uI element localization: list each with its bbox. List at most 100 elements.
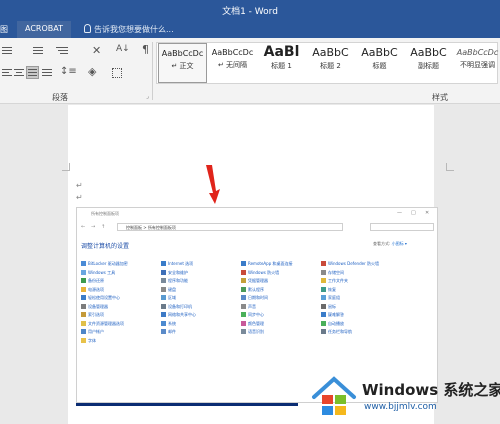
- view-by-label: 查看方式:: [373, 241, 391, 246]
- cp-item[interactable]: 系统: [161, 320, 241, 330]
- window-title: 文档1 - Word: [222, 7, 278, 17]
- style-no-spacing[interactable]: AaBbCcDc ↵ 无间隔: [208, 43, 257, 83]
- align-left-icon[interactable]: [2, 68, 12, 78]
- distributed-icon[interactable]: [42, 68, 52, 78]
- back-icon[interactable]: ←: [81, 224, 85, 230]
- show-marks-icon[interactable]: ¶: [142, 43, 149, 56]
- cp-item[interactable]: 鼠标: [321, 303, 401, 313]
- cp-item[interactable]: 备份还原: [81, 278, 161, 287]
- address-bar[interactable]: 控制面板 > 所有控制面板项: [117, 223, 343, 231]
- close-icon[interactable]: ✕: [425, 210, 429, 216]
- line-spacing-icon[interactable]: ↕≡: [60, 66, 77, 77]
- style-heading-1[interactable]: AaBl 标题 1: [257, 43, 306, 83]
- cp-item[interactable]: BitLocker 驱动器加密: [81, 261, 161, 270]
- cp-item[interactable]: 默认程序: [241, 286, 321, 296]
- style-sample: AaBbC: [410, 46, 447, 59]
- view-by-value: 小图标 ▾: [391, 241, 407, 246]
- cp-item[interactable]: 颜色管理: [241, 320, 321, 330]
- style-normal[interactable]: AaBbCcDc ↵ 正文: [158, 43, 207, 83]
- cp-item[interactable]: 网络和共享中心: [161, 312, 241, 321]
- tab-acrobat[interactable]: ACROBAT: [17, 21, 71, 38]
- taskbar-strip: [76, 403, 298, 406]
- cp-item[interactable]: 语音识别: [241, 329, 321, 338]
- up-icon[interactable]: ↑: [101, 224, 105, 230]
- cp-item[interactable]: Windows 防火墙: [241, 269, 321, 279]
- style-sample: AaBbCcDc: [161, 49, 204, 58]
- tab-partial[interactable]: 图: [0, 24, 8, 35]
- cp-item[interactable]: 凭据管理器: [241, 278, 321, 287]
- control-panel-screenshot: 所有控制面板项 — □ ✕ ← → ↑ 控制面板 > 所有控制面板项 调整计算机…: [76, 207, 438, 403]
- search-input[interactable]: [370, 223, 434, 231]
- style-subtle-emphasis[interactable]: AaBbCcDc 不明显强调: [453, 43, 500, 83]
- tell-me-box[interactable]: 告诉我您想要做什么...: [84, 24, 174, 35]
- cp-item[interactable]: Windows 工具: [81, 269, 161, 279]
- chinese-layout-icon[interactable]: ✕: [92, 44, 101, 57]
- numbering-icon[interactable]: [30, 46, 44, 56]
- paragraph-launcher-icon[interactable]: ⌟: [146, 93, 149, 100]
- cp-item[interactable]: 邮件: [161, 329, 241, 338]
- style-sample: AaBl: [263, 44, 300, 60]
- cp-item[interactable]: 轻松使用设置中心: [81, 295, 161, 304]
- justify-icon[interactable]: [26, 66, 39, 79]
- cp-item[interactable]: RemoteApp 和桌面连接: [241, 261, 321, 270]
- title-bar: 文档1 - Word: [0, 0, 500, 21]
- style-name: ↵ 无间隔: [217, 61, 248, 69]
- style-name: 标题: [372, 62, 387, 70]
- cp-item[interactable]: 电源选项: [81, 286, 161, 296]
- maximize-icon[interactable]: □: [411, 210, 416, 216]
- cp-item[interactable]: 字体: [81, 337, 161, 347]
- borders-icon[interactable]: [112, 68, 122, 78]
- style-sample: AaBbC: [361, 46, 398, 59]
- sort-icon[interactable]: A↓: [116, 44, 130, 54]
- cp-item[interactable]: 键盘: [161, 286, 241, 296]
- cp-window-title: 所有控制面板项: [91, 211, 119, 216]
- cp-item[interactable]: 自动播放: [321, 320, 401, 330]
- styles-gallery: AaBbCcDc ↵ 正文 AaBbCcDc ↵ 无间隔 AaBl 标题 1 A…: [156, 42, 498, 84]
- cp-item[interactable]: 日期和时间: [241, 295, 321, 304]
- cp-item[interactable]: 文件资源管理器选项: [81, 320, 161, 330]
- view-by[interactable]: 查看方式: 小图标 ▾: [373, 241, 407, 247]
- margin-corner: [446, 163, 454, 171]
- cp-item[interactable]: 任务栏和导航: [321, 329, 401, 338]
- paragraph-mark: ↵: [76, 181, 83, 190]
- word-window: 文档1 - Word 图 ACROBAT 告诉我您想要做什么... ✕ A↓ ¶: [0, 0, 500, 424]
- group-divider: [152, 42, 153, 100]
- cp-item[interactable]: 恢复: [321, 286, 401, 296]
- cp-item[interactable]: 疑难解答: [321, 312, 401, 321]
- cp-item[interactable]: 程序和功能: [161, 278, 241, 287]
- cp-column-1: BitLocker 驱动器加密 Windows 工具 备份还原 电源选项 轻松使…: [81, 261, 161, 346]
- cp-column-3: RemoteApp 和桌面连接 Windows 防火墙 凭据管理器 默认程序 日…: [241, 261, 321, 338]
- cp-item[interactable]: 索引选项: [81, 312, 161, 321]
- cp-item[interactable]: Windows Defender 防火墙: [321, 261, 401, 270]
- cp-item[interactable]: 声音: [241, 303, 321, 313]
- style-title[interactable]: AaBbC 标题: [355, 43, 404, 83]
- cp-item[interactable]: 家庭组: [321, 295, 401, 304]
- cp-item[interactable]: 区域: [161, 295, 241, 304]
- align-center-icon[interactable]: [14, 68, 24, 78]
- style-heading-2[interactable]: AaBbC 标题 2: [306, 43, 355, 83]
- cp-item[interactable]: 存储空间: [321, 269, 401, 279]
- minimize-icon[interactable]: —: [397, 210, 402, 216]
- multilevel-list-icon[interactable]: [56, 46, 70, 56]
- style-sample: AaBbCcDc: [456, 48, 499, 57]
- watermark-url: www.bjjmlv.com: [364, 402, 437, 412]
- group-styles-label: 样式: [432, 93, 448, 102]
- cp-item[interactable]: 用户帐户: [81, 329, 161, 338]
- cp-item[interactable]: 工作文件夹: [321, 278, 401, 287]
- style-subtitle[interactable]: AaBbC 副标题: [404, 43, 453, 83]
- forward-icon[interactable]: →: [91, 224, 95, 230]
- style-sample: AaBbCcDc: [211, 48, 254, 57]
- bullets-icon[interactable]: [2, 46, 16, 56]
- style-sample: AaBbC: [312, 46, 349, 59]
- cp-item[interactable]: 设备和打印机: [161, 303, 241, 313]
- cp-item[interactable]: 安全和维护: [161, 269, 241, 279]
- style-name: 不明显强调: [460, 61, 495, 69]
- cp-item[interactable]: 设备管理器: [81, 303, 161, 313]
- windows-house-logo-icon: [312, 376, 356, 415]
- group-paragraph-label: 段落: [52, 93, 68, 102]
- shading-icon[interactable]: ◈: [88, 65, 96, 78]
- cp-item[interactable]: Internet 选项: [161, 261, 241, 270]
- ribbon-tabs: 图 ACROBAT 告诉我您想要做什么...: [0, 21, 500, 38]
- lightbulb-icon: [84, 24, 91, 33]
- cp-item[interactable]: 同步中心: [241, 312, 321, 321]
